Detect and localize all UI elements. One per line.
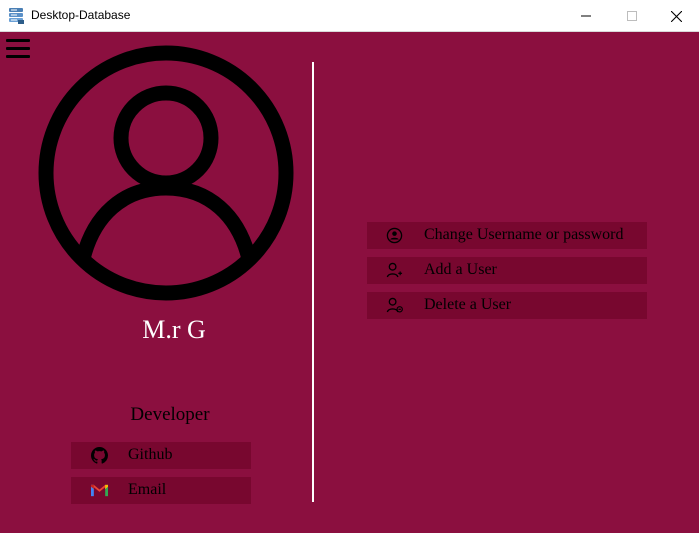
change-credentials-button[interactable]: Change Username or password bbox=[367, 222, 647, 249]
database-app-icon bbox=[9, 8, 24, 24]
vertical-divider bbox=[312, 62, 314, 502]
user-remove-icon bbox=[386, 297, 403, 313]
close-icon bbox=[670, 10, 682, 22]
user-circle-icon bbox=[386, 227, 403, 244]
close-button[interactable] bbox=[653, 0, 699, 32]
delete-user-button[interactable]: Delete a User bbox=[367, 292, 647, 319]
title-bar[interactable]: Desktop-Database bbox=[0, 0, 699, 32]
hamburger-menu-icon[interactable] bbox=[6, 39, 30, 59]
app-window: Desktop-Database M.r G Developer Github … bbox=[0, 0, 699, 533]
maximize-button[interactable] bbox=[609, 0, 655, 32]
github-button[interactable]: Github bbox=[71, 442, 251, 469]
email-button[interactable]: Email bbox=[71, 477, 251, 504]
window-title: Desktop-Database bbox=[31, 8, 131, 22]
user-add-icon bbox=[386, 262, 403, 278]
user-avatar-icon bbox=[38, 45, 294, 301]
role-label: Developer bbox=[130, 404, 210, 425]
minimize-button[interactable] bbox=[563, 0, 609, 32]
github-icon bbox=[91, 447, 108, 464]
change-credentials-label: Change Username or password bbox=[424, 226, 624, 243]
minimize-icon bbox=[581, 15, 591, 17]
gmail-icon bbox=[91, 484, 108, 497]
add-user-button[interactable]: Add a User bbox=[367, 257, 647, 284]
main-content: M.r G Developer Github Email Change User… bbox=[0, 32, 699, 533]
email-label: Email bbox=[128, 481, 167, 498]
delete-user-label: Delete a User bbox=[424, 296, 512, 313]
github-label: Github bbox=[128, 446, 173, 463]
maximize-icon bbox=[627, 11, 637, 21]
username-label: M.r G bbox=[142, 315, 206, 344]
add-user-label: Add a User bbox=[424, 261, 497, 278]
